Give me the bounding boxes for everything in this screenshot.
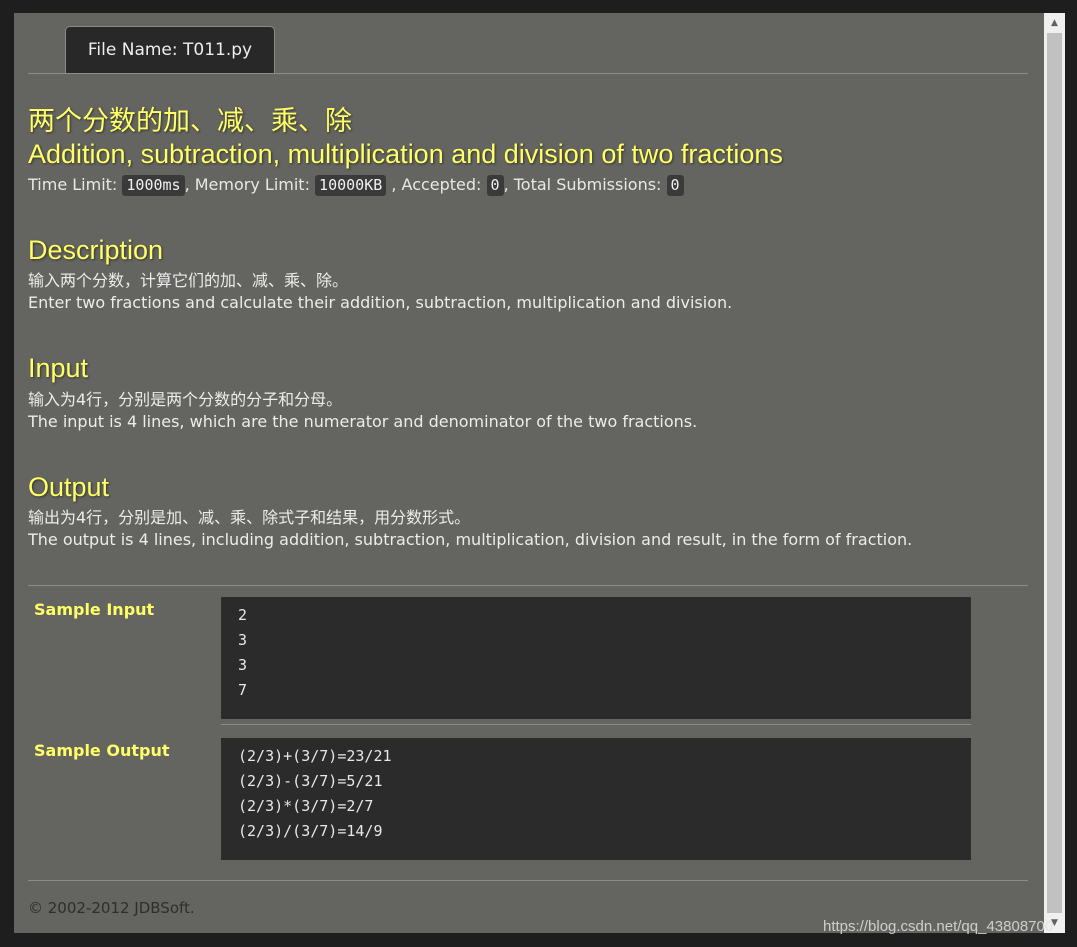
sample-output-line: (2/3)-(3/7)=5/21 bbox=[238, 772, 383, 790]
accepted-value: 0 bbox=[486, 175, 504, 196]
sample-output-box[interactable]: (2/3)+(3/7)=23/21 (2/3)-(3/7)=5/21 (2/3)… bbox=[221, 738, 971, 860]
sample-output-line: (2/3)*(3/7)=2/7 bbox=[238, 797, 374, 815]
watermark: https://blog.csdn.net/qq_43808700 bbox=[823, 918, 1054, 935]
file-name-tab[interactable]: File Name: T011.py bbox=[65, 26, 275, 74]
sample-divider bbox=[221, 724, 971, 725]
sample-input-line: 7 bbox=[238, 681, 248, 699]
accepted-label: , Accepted: bbox=[386, 175, 487, 194]
output-heading: Output bbox=[28, 472, 110, 502]
problem-limits: Time Limit: 1000ms, Memory Limit: 10000K… bbox=[28, 173, 684, 197]
submissions-value: 0 bbox=[666, 175, 684, 196]
sample-output-line: (2/3)+(3/7)=23/21 bbox=[238, 747, 392, 765]
footer-divider bbox=[28, 880, 1028, 881]
sample-output-label: Sample Output bbox=[34, 741, 170, 760]
tab-divider bbox=[28, 73, 1028, 74]
time-limit-label: Time Limit: bbox=[28, 175, 123, 194]
description-text-en: Enter two fractions and calculate their … bbox=[28, 293, 733, 312]
memory-limit-value: 10000KB bbox=[315, 175, 387, 196]
scroll-up-arrow-icon[interactable]: ▲ bbox=[1044, 13, 1065, 33]
problem-title-en: Addition, subtraction, multiplication an… bbox=[28, 139, 783, 169]
scrollbar-thumb[interactable] bbox=[1047, 33, 1062, 913]
problem-title-cn: 两个分数的加、减、乘、除 bbox=[28, 106, 352, 137]
sample-input-label: Sample Input bbox=[34, 600, 155, 619]
output-text-cn: 输出为4行，分别是加、减、乘、除式子和结果，用分数形式。 bbox=[28, 508, 471, 527]
output-text-en: The output is 4 lines, including additio… bbox=[28, 530, 913, 549]
submissions-label: , Total Submissions: bbox=[503, 175, 667, 194]
input-text-cn: 输入为4行，分别是两个分数的分子和分母。 bbox=[28, 390, 343, 409]
memory-limit-label: , Memory Limit: bbox=[184, 175, 316, 194]
input-heading: Input bbox=[28, 353, 89, 383]
vertical-scrollbar[interactable]: ▲ ▼ bbox=[1044, 13, 1065, 933]
problem-viewer: File Name: T011.py 两个分数的加、减、乘、除 Addition… bbox=[14, 13, 1044, 933]
sample-divider-top bbox=[28, 585, 1028, 586]
sample-input-line: 3 bbox=[238, 631, 248, 649]
description-text-cn: 输入两个分数，计算它们的加、减、乘、除。 bbox=[28, 271, 349, 290]
sample-input-box[interactable]: 2 3 3 7 bbox=[221, 597, 971, 719]
description-heading: Description bbox=[28, 235, 164, 265]
sample-output-line: (2/3)/(3/7)=14/9 bbox=[238, 822, 383, 840]
footer-copyright: © 2002-2012 JDBSoft. bbox=[28, 899, 195, 917]
input-text-en: The input is 4 lines, which are the nume… bbox=[28, 412, 698, 431]
sample-input-line: 2 bbox=[238, 606, 248, 624]
sample-input-line: 3 bbox=[238, 656, 248, 674]
time-limit-value: 1000ms bbox=[122, 175, 185, 196]
